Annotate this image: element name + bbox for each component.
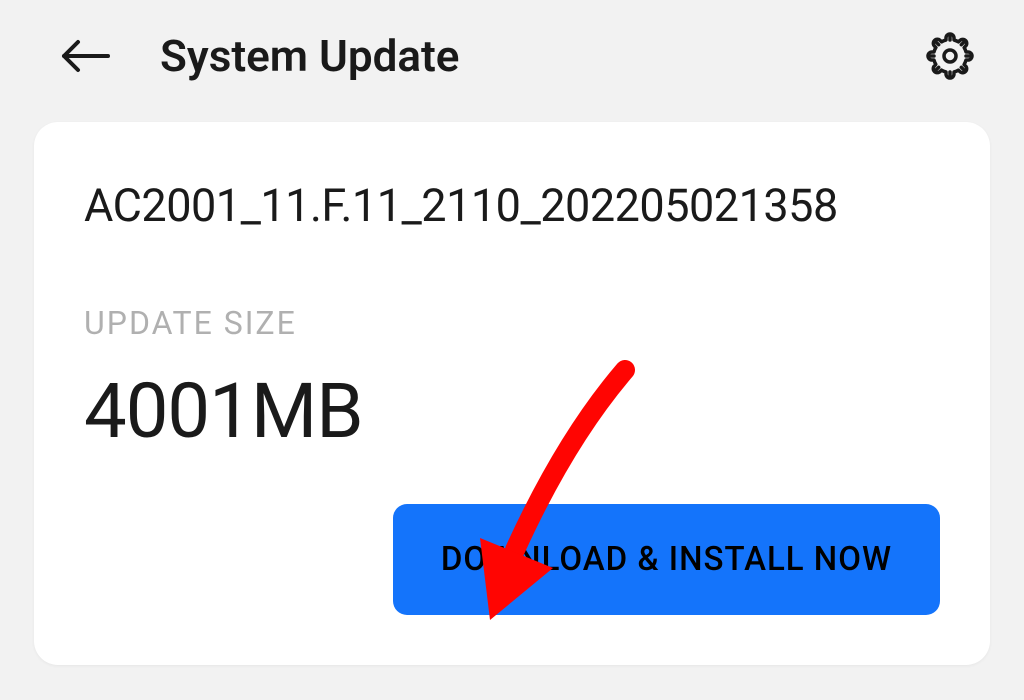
- gear-icon[interactable]: [926, 32, 974, 80]
- update-card: AC2001_11.F.11_2110_202205021358 UPDATE …: [34, 122, 990, 665]
- download-install-button[interactable]: DOWNLOAD & INSTALL NOW: [393, 504, 940, 615]
- back-arrow-icon[interactable]: [60, 36, 110, 76]
- update-version: AC2001_11.F.11_2110_202205021358: [84, 178, 940, 234]
- update-size-label: UPDATE SIZE: [84, 304, 940, 342]
- page-title: System Update: [160, 30, 926, 82]
- button-container: DOWNLOAD & INSTALL NOW: [84, 504, 940, 615]
- update-size-value: 4001MB: [84, 366, 940, 456]
- app-header: System Update: [0, 0, 1024, 122]
